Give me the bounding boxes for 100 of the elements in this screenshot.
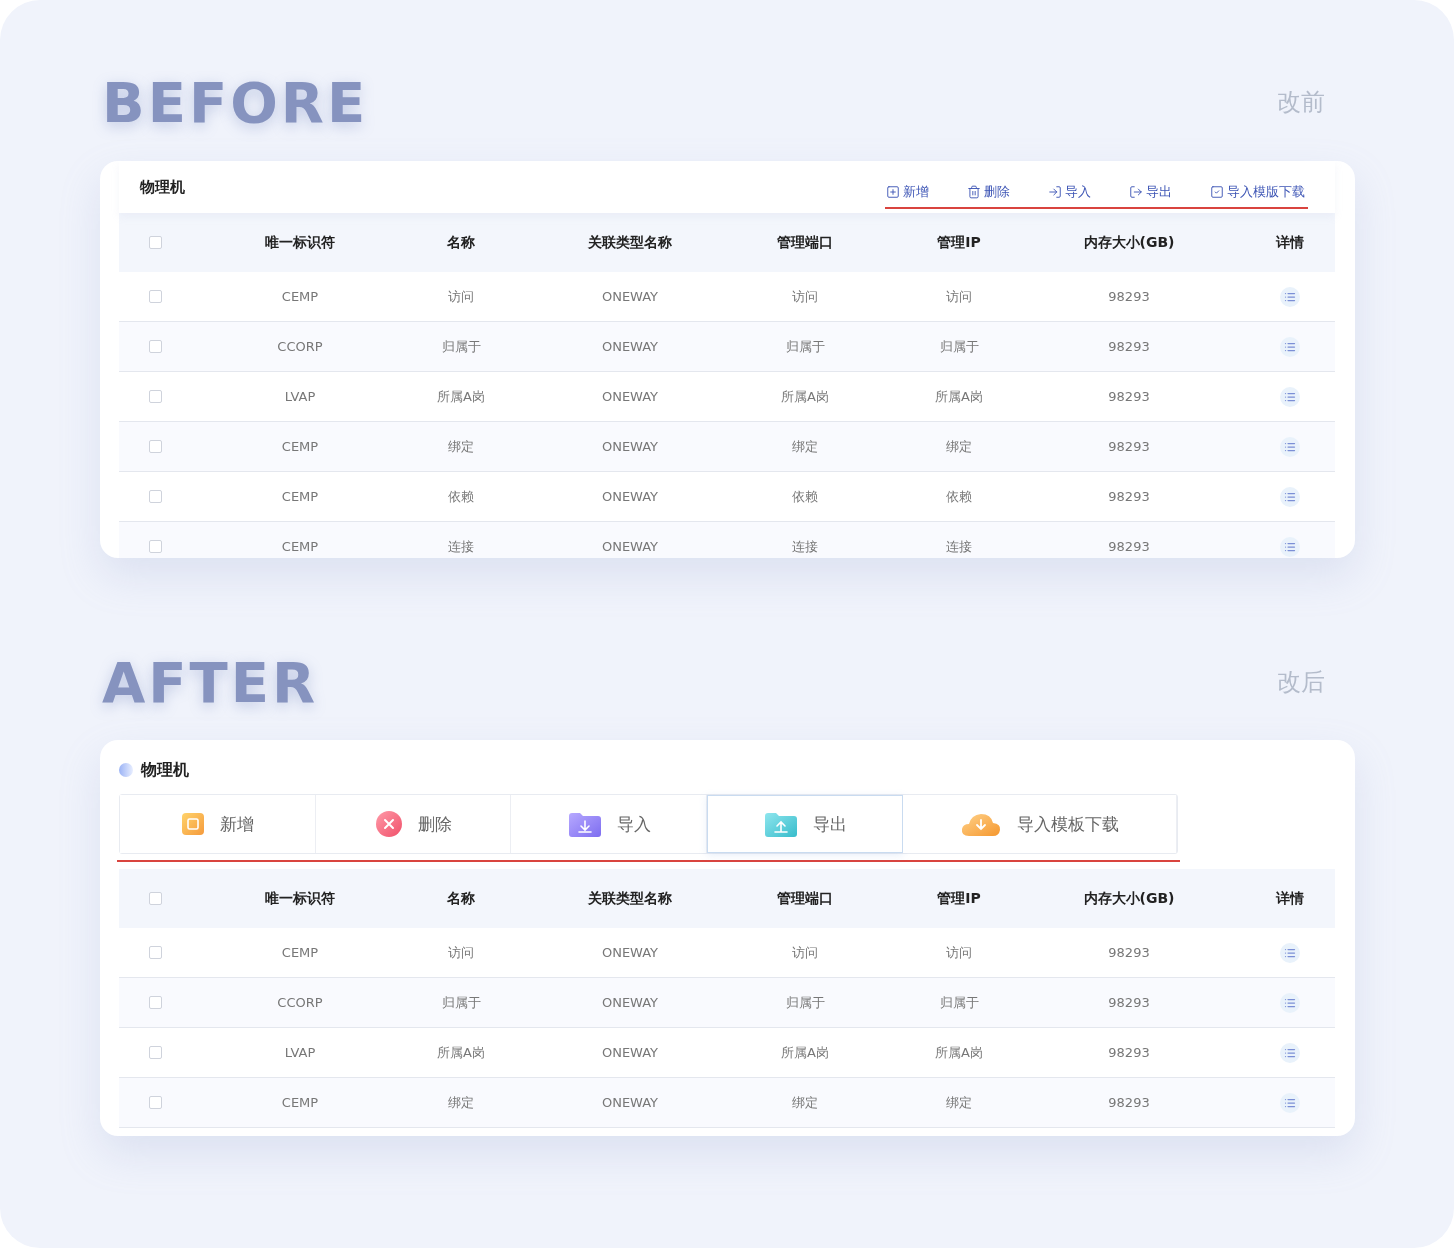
table-cell: 访问 (946, 943, 972, 962)
table-cell: 绑定 (448, 1093, 474, 1112)
plus-icon (886, 185, 900, 199)
toolbar-link[interactable]: 删除 (967, 183, 1010, 201)
table-cell: ONEWAY (601, 1095, 659, 1110)
section-heading: AFTER (102, 649, 319, 715)
toolbar-button[interactable]: 新增 (120, 795, 316, 853)
table-cell: 所属A岗 (781, 1043, 829, 1062)
table-cell: 归属于 (441, 337, 481, 356)
column-header: 管理端口 (777, 233, 833, 252)
column-header: 关联类型名称 (588, 889, 672, 908)
column-header: 唯一标识符 (265, 233, 335, 252)
table-cell: 98293 (1108, 1095, 1150, 1110)
table-cell: ONEWAY (601, 389, 659, 404)
table-cell: ONEWAY (601, 439, 659, 454)
checkbox[interactable] (148, 490, 162, 503)
title-dot-icon (119, 763, 133, 777)
list-icon[interactable] (1280, 386, 1300, 407)
table-cell: LVAP (284, 1045, 316, 1060)
table-cell: 归属于 (785, 337, 825, 356)
table-cell: 依赖 (946, 487, 972, 506)
list-icon[interactable] (1280, 992, 1300, 1013)
square-icon (180, 811, 207, 837)
table-cell: 98293 (1108, 995, 1150, 1010)
table-cell: 所属A岗 (781, 387, 829, 406)
list-icon[interactable] (1280, 1092, 1300, 1113)
section-caption: 改后 (1277, 667, 1325, 698)
checkbox[interactable] (148, 440, 162, 453)
column-header: 管理IP (937, 889, 981, 908)
table-cell: ONEWAY (601, 995, 659, 1010)
table-cell: 所属A岗 (437, 1043, 485, 1062)
checkbox[interactable] (148, 946, 162, 959)
checkbox[interactable] (148, 540, 162, 553)
list-icon[interactable] (1280, 336, 1300, 357)
toolbar-button[interactable]: 导出 (706, 795, 903, 853)
list-icon[interactable] (1280, 436, 1300, 457)
table-cell: ONEWAY (601, 489, 659, 504)
table-cell: 访问 (792, 943, 818, 962)
table-cell: ONEWAY (601, 289, 659, 304)
table-cell: 归属于 (939, 993, 979, 1012)
table-cell: 98293 (1108, 439, 1150, 454)
section-heading: BEFORE (102, 69, 369, 135)
export-icon (1129, 185, 1143, 199)
folder-upload-icon (762, 810, 799, 838)
table-cell: 访问 (448, 287, 474, 306)
toolbar-link[interactable]: 新增 (886, 183, 929, 201)
table-cell: ONEWAY (601, 539, 659, 554)
list-icon[interactable] (1280, 942, 1300, 963)
section-caption: 改前 (1277, 87, 1325, 118)
table-cell: 绑定 (946, 437, 972, 456)
column-header: 管理端口 (777, 889, 833, 908)
table-cell: 依赖 (792, 487, 818, 506)
table-cell: 所属A岗 (437, 387, 485, 406)
checkbox[interactable] (148, 1046, 162, 1059)
table-cell: ONEWAY (601, 1045, 659, 1060)
column-header: 详情 (1276, 233, 1304, 252)
table-cell: 归属于 (939, 337, 979, 356)
card-title: 物理机 (140, 177, 185, 197)
table-cell: 所属A岗 (935, 387, 983, 406)
list-icon[interactable] (1280, 1042, 1300, 1063)
table-cell: 98293 (1108, 289, 1150, 304)
column-header: 名称 (447, 233, 475, 252)
checkbox[interactable] (148, 390, 162, 403)
list-icon[interactable] (1280, 486, 1300, 507)
checkbox[interactable] (148, 892, 162, 905)
checkbox[interactable] (148, 236, 162, 249)
column-header: 关联类型名称 (588, 233, 672, 252)
table-cell: CCORP (277, 995, 323, 1010)
table-cell: CEMP (281, 945, 319, 960)
table-cell: 98293 (1108, 339, 1150, 354)
checkbox[interactable] (148, 290, 162, 303)
checkbox[interactable] (148, 1096, 162, 1109)
column-header: 名称 (447, 889, 475, 908)
table-cell: CEMP (281, 489, 319, 504)
close-icon (373, 809, 404, 839)
table-cell: 所属A岗 (935, 1043, 983, 1062)
list-icon[interactable] (1280, 286, 1300, 307)
table-cell: CCORP (277, 339, 323, 354)
table-cell: 绑定 (792, 1093, 818, 1112)
column-header: 内存大小(GB) (1083, 889, 1175, 908)
toolbar-link[interactable]: 导入模版下载 (1210, 183, 1305, 201)
table-cell: 98293 (1108, 539, 1150, 554)
table-cell: LVAP (284, 389, 316, 404)
toolbar-link[interactable]: 导出 (1129, 183, 1172, 201)
table-cell: 绑定 (448, 437, 474, 456)
table-cell: 访问 (792, 287, 818, 306)
trash-icon (967, 185, 981, 199)
card-title: 物理机 (141, 759, 189, 781)
table-cell: 连接 (792, 537, 818, 556)
table-cell: 98293 (1108, 389, 1150, 404)
list-icon[interactable] (1280, 536, 1300, 557)
folder-download-icon (566, 810, 603, 838)
checkbox[interactable] (148, 996, 162, 1009)
table-cell: CEMP (281, 1095, 319, 1110)
toolbar-link[interactable]: 导入 (1048, 183, 1091, 201)
checkbox[interactable] (148, 340, 162, 353)
table-cell: CEMP (281, 539, 319, 554)
table-cell: 依赖 (448, 487, 474, 506)
table-cell: ONEWAY (601, 339, 659, 354)
checkbox-icon (1210, 185, 1224, 199)
